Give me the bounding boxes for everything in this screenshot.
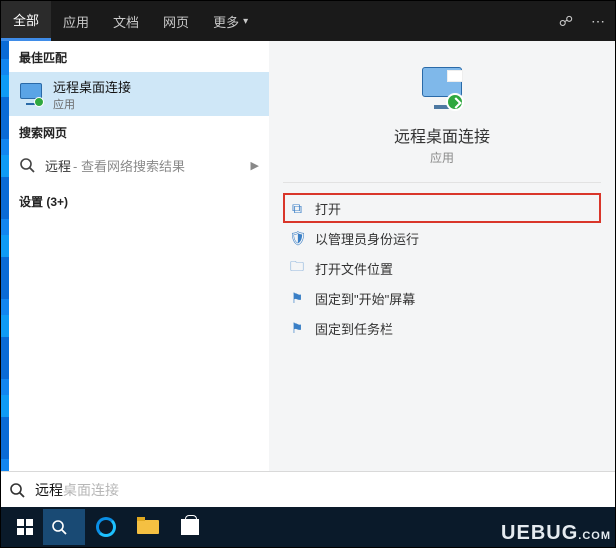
action-run-as-admin[interactable]: 🛡 以管理员身份运行 xyxy=(283,223,601,253)
pin-icon: ⚑ xyxy=(289,320,305,337)
web-search-item[interactable]: 远程 - 查看网络搜索结果 ▶ xyxy=(9,147,269,183)
detail-title: 远程桌面连接 xyxy=(394,123,490,147)
section-best-match: 最佳匹配 xyxy=(9,41,269,72)
windows-logo-icon xyxy=(17,519,33,535)
detail-subtitle: 应用 xyxy=(430,149,454,166)
action-pin-taskbar[interactable]: ⚑ 固定到任务栏 xyxy=(283,313,601,343)
taskbar-store[interactable] xyxy=(169,509,211,545)
store-icon xyxy=(181,519,199,535)
detail-column: 远程桌面连接 应用 ⧉ 打开 🛡 以管理员身份运行 🗀 打开文件位置 ⚑ xyxy=(269,41,615,471)
left-desktop-strip xyxy=(1,41,9,471)
action-pin-taskbar-label: 固定到任务栏 xyxy=(315,319,393,338)
section-search-web: 搜索网页 xyxy=(9,116,269,147)
tab-apps[interactable]: 应用 xyxy=(51,1,101,41)
action-open-location[interactable]: 🗀 打开文件位置 xyxy=(283,253,601,283)
best-match-title: 远程桌面连接 xyxy=(53,77,131,96)
taskbar-edge[interactable] xyxy=(85,509,127,545)
taskbar: UEBUG.COM xyxy=(1,507,615,547)
more-options-icon[interactable]: ⋯ xyxy=(591,13,605,30)
best-match-subtitle: 应用 xyxy=(53,96,131,112)
tabs: 全部 应用 文档 网页 更多 ▾ xyxy=(1,1,260,41)
watermark: UEBUG.COM xyxy=(501,522,611,545)
start-button[interactable] xyxy=(7,509,43,545)
search-bar[interactable]: 远程桌面连接 xyxy=(1,471,615,507)
web-search-term: 远程 xyxy=(45,156,71,175)
search-input[interactable]: 远程桌面连接 xyxy=(35,480,119,500)
best-match-item[interactable]: 远程桌面连接 应用 xyxy=(9,72,269,116)
open-icon: ⧉ xyxy=(289,200,305,217)
rdp-app-icon-large xyxy=(418,65,466,113)
shield-icon: 🛡 xyxy=(289,230,305,247)
section-settings[interactable]: 设置 (3+) xyxy=(9,183,269,216)
watermark-brand: UEBUG xyxy=(501,522,578,545)
tab-all[interactable]: 全部 xyxy=(1,1,51,41)
top-tabs-bar: 全部 应用 文档 网页 更多 ▾ ☍ ⋯ xyxy=(1,1,615,41)
search-input-suggestion: 桌面连接 xyxy=(63,482,119,498)
detail-header: 远程桌面连接 应用 xyxy=(277,59,607,182)
main-area: 最佳匹配 远程桌面连接 应用 搜索网页 远程 - 查看网络搜索结果 ▶ xyxy=(9,41,615,471)
pin-icon: ⚑ xyxy=(289,290,305,307)
action-open-location-label: 打开文件位置 xyxy=(315,259,393,278)
search-icon xyxy=(19,157,35,173)
edge-icon xyxy=(96,517,116,537)
taskbar-file-explorer[interactable] xyxy=(127,509,169,545)
search-icon xyxy=(9,482,25,498)
feedback-icon[interactable]: ☍ xyxy=(559,13,573,30)
watermark-dom: .COM xyxy=(578,530,611,542)
actions-list: ⧉ 打开 🛡 以管理员身份运行 🗀 打开文件位置 ⚑ 固定到"开始"屏幕 ⚑ xyxy=(277,193,607,343)
action-run-admin-label: 以管理员身份运行 xyxy=(315,229,419,248)
search-input-typed: 远程 xyxy=(35,482,63,498)
results-column: 最佳匹配 远程桌面连接 应用 搜索网页 远程 - 查看网络搜索结果 ▶ xyxy=(9,41,269,471)
rdp-app-icon xyxy=(19,82,43,106)
action-open[interactable]: ⧉ 打开 xyxy=(283,193,601,223)
tab-web[interactable]: 网页 xyxy=(151,1,201,41)
tab-more[interactable]: 更多 ▾ xyxy=(201,1,260,41)
action-open-label: 打开 xyxy=(315,199,341,218)
taskbar-search-button[interactable] xyxy=(43,509,85,545)
tab-docs[interactable]: 文档 xyxy=(101,1,151,41)
folder-icon xyxy=(137,520,159,534)
separator xyxy=(283,182,601,183)
folder-location-icon: 🗀 xyxy=(289,256,305,280)
search-icon xyxy=(51,519,67,535)
chevron-down-icon: ▾ xyxy=(243,16,248,27)
tab-more-label: 更多 xyxy=(213,12,239,31)
action-pin-start-label: 固定到"开始"屏幕 xyxy=(315,289,415,308)
web-search-hint: - 查看网络搜索结果 xyxy=(73,156,185,175)
chevron-right-icon: ▶ xyxy=(251,159,259,172)
action-pin-start[interactable]: ⚑ 固定到"开始"屏幕 xyxy=(283,283,601,313)
